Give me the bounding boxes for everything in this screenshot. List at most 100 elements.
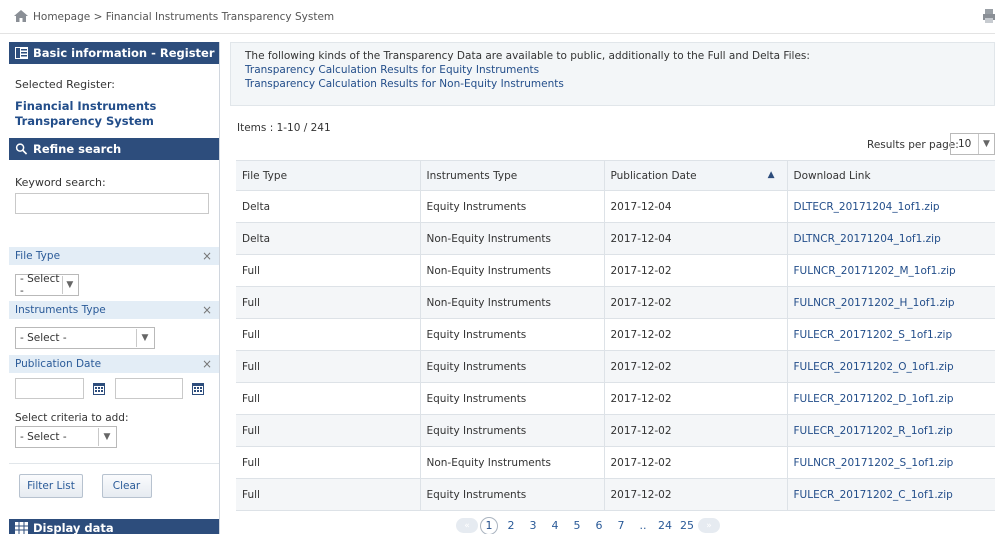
publication-date-cell: 2017-12-02 — [604, 446, 788, 479]
close-icon[interactable]: × — [202, 249, 212, 263]
main-content: The following kinds of the Transparency … — [230, 42, 995, 534]
download-link[interactable]: FULECR_20171202_O_1of1.zip — [787, 350, 995, 383]
table-row: Full Non-Equity Instruments 2017-12-02 F… — [236, 286, 995, 319]
publication-date-cell: 2017-12-04 — [604, 190, 788, 223]
table-row: Full Equity Instruments 2017-12-02 FULEC… — [236, 382, 995, 415]
date-from-input[interactable] — [15, 378, 84, 399]
publication-date-label: Publication Date — [15, 358, 102, 370]
non-equity-results-link[interactable]: Transparency Calculation Results for Non… — [245, 78, 994, 90]
file-type-cell: Full — [236, 350, 421, 383]
clear-button[interactable]: Clear — [101, 474, 152, 498]
file-type-filter-bar: File Type × — [9, 247, 219, 265]
publication-date-cell: 2017-12-02 — [604, 382, 788, 415]
close-icon[interactable]: × — [202, 303, 212, 317]
chevron-down-icon: ▼ — [978, 134, 994, 154]
column-header-publication-date[interactable]: Publication Date ▲ — [604, 160, 788, 191]
download-link[interactable]: FULECR_20171202_D_1of1.zip — [787, 382, 995, 415]
page-24-button[interactable]: 24 — [654, 518, 676, 533]
column-header-file-type[interactable]: File Type — [236, 160, 421, 191]
display-data-title: Display data — [33, 521, 114, 534]
table-header-row: File Type Instruments Type Publication D… — [236, 160, 995, 191]
column-header-instruments-type[interactable]: Instruments Type — [420, 160, 605, 191]
table-row: Full Equity Instruments 2017-12-02 FULEC… — [236, 478, 995, 511]
breadcrumb[interactable]: Homepage > Financial Instruments Transpa… — [33, 11, 334, 23]
equity-results-link[interactable]: Transparency Calculation Results for Equ… — [245, 64, 994, 76]
calendar-icon[interactable] — [191, 382, 204, 395]
results-table: File Type Instruments Type Publication D… — [236, 160, 995, 511]
info-text: The following kinds of the Transparency … — [245, 50, 810, 62]
refine-search-title: Refine search — [33, 142, 122, 156]
instruments-type-cell: Non-Equity Instruments — [420, 446, 605, 479]
page-4-button[interactable]: 4 — [544, 518, 566, 533]
download-link[interactable]: FULNCR_20171202_H_1of1.zip — [787, 286, 995, 319]
display-data-header[interactable]: Display data — [9, 519, 219, 534]
refine-search-header[interactable]: Refine search — [9, 138, 219, 160]
table-row: Full Equity Instruments 2017-12-02 FULEC… — [236, 414, 995, 447]
items-count: Items : 1-10 / 241 — [237, 122, 331, 134]
table-row: Full Equity Instruments 2017-12-02 FULEC… — [236, 318, 995, 351]
file-type-select[interactable]: - Select - ▼ — [15, 273, 79, 297]
publication-date-filter-bar: Publication Date × — [9, 355, 219, 373]
page-3-button[interactable]: 3 — [522, 518, 544, 533]
keyword-label: Keyword search: — [15, 176, 106, 189]
publication-date-cell: 2017-12-02 — [604, 478, 788, 511]
next-page-button[interactable]: » — [698, 518, 720, 533]
date-to-input[interactable] — [115, 378, 183, 399]
instruments-type-value: - Select - — [20, 332, 67, 344]
print-icon[interactable] — [983, 9, 995, 23]
criteria-label: Select criteria to add: — [15, 412, 129, 424]
sidebar: Basic information - Register Selected Re… — [9, 42, 220, 534]
pagination: « 1 2 3 4 5 6 7 .. 24 25 » — [456, 516, 720, 534]
download-link[interactable]: FULECR_20171202_R_1of1.zip — [787, 414, 995, 447]
download-link[interactable]: DLTNCR_20171204_1of1.zip — [787, 222, 995, 255]
file-type-cell: Full — [236, 382, 421, 415]
results-per-page-select[interactable]: 10 ▼ — [950, 133, 995, 155]
instruments-type-cell: Equity Instruments — [420, 414, 605, 447]
publication-date-cell: 2017-12-02 — [604, 286, 788, 319]
page-1-button[interactable]: 1 — [480, 516, 498, 534]
grid-icon — [15, 522, 28, 534]
file-type-cell: Full — [236, 318, 421, 351]
house-icon[interactable] — [13, 8, 29, 24]
chevron-down-icon: ▼ — [98, 428, 115, 446]
basic-info-header: Basic information - Register — [9, 42, 219, 64]
page-25-button[interactable]: 25 — [676, 518, 698, 533]
page-2-button[interactable]: 2 — [500, 518, 522, 533]
chevron-down-icon: ▼ — [136, 329, 153, 347]
selected-register-label: Selected Register: — [15, 78, 115, 91]
file-type-cell: Full — [236, 446, 421, 479]
file-type-value: - Select - — [20, 273, 60, 297]
page-7-button[interactable]: 7 — [610, 518, 632, 533]
download-link[interactable]: FULECR_20171202_C_1of1.zip — [787, 478, 995, 511]
column-header-download-link[interactable]: Download Link — [787, 160, 995, 191]
info-box: The following kinds of the Transparency … — [230, 42, 995, 106]
table-row: Full Non-Equity Instruments 2017-12-02 F… — [236, 254, 995, 287]
page-ellipsis: .. — [639, 519, 647, 532]
instruments-type-cell: Non-Equity Instruments — [420, 222, 605, 255]
download-link[interactable]: FULNCR_20171202_S_1of1.zip — [787, 446, 995, 479]
download-link[interactable]: DLTECR_20171204_1of1.zip — [787, 190, 995, 223]
page-6-button[interactable]: 6 — [588, 518, 610, 533]
instruments-type-select[interactable]: - Select - ▼ — [15, 327, 155, 349]
instruments-type-cell: Equity Instruments — [420, 350, 605, 383]
publication-date-cell: 2017-12-02 — [604, 414, 788, 447]
instruments-type-cell: Non-Equity Instruments — [420, 254, 605, 287]
filter-list-button[interactable]: Filter List — [19, 474, 83, 498]
download-link[interactable]: FULECR_20171202_S_1of1.zip — [787, 318, 995, 351]
table-row: Full Equity Instruments 2017-12-02 FULEC… — [236, 350, 995, 383]
page-5-button[interactable]: 5 — [566, 518, 588, 533]
table-row: Full Non-Equity Instruments 2017-12-02 F… — [236, 446, 995, 479]
instruments-type-cell: Equity Instruments — [420, 318, 605, 351]
keyword-input[interactable] — [15, 193, 209, 214]
close-icon[interactable]: × — [202, 357, 212, 371]
instruments-type-cell: Equity Instruments — [420, 190, 605, 223]
publication-date-cell: 2017-12-02 — [604, 350, 788, 383]
calendar-icon[interactable] — [92, 382, 105, 395]
download-link[interactable]: FULNCR_20171202_M_1of1.zip — [787, 254, 995, 287]
file-type-label: File Type — [15, 250, 61, 262]
criteria-select[interactable]: - Select - ▼ — [15, 426, 117, 448]
prev-page-button[interactable]: « — [456, 518, 478, 533]
file-type-cell: Full — [236, 254, 421, 287]
sort-ascending-icon[interactable]: ▲ — [768, 170, 775, 180]
selected-register-link[interactable]: Financial Instruments Transparency Syste… — [9, 91, 219, 129]
